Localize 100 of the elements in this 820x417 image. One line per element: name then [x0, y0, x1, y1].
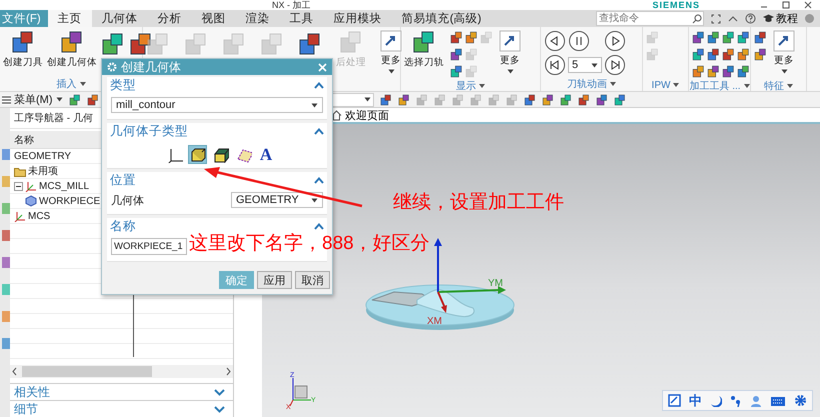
- speed-dropdown[interactable]: 5: [568, 57, 602, 73]
- skip-end-icon[interactable]: [604, 54, 626, 76]
- tree-item[interactable]: 未用项: [28, 164, 58, 178]
- more-button[interactable]: 更多: [499, 30, 521, 74]
- tree-item[interactable]: GEOMETRY: [14, 150, 72, 162]
- cancel-button[interactable]: 取消: [295, 271, 330, 289]
- play-reverse-icon[interactable]: [544, 30, 566, 52]
- punctuation-icon[interactable]: [730, 394, 742, 406]
- ribbon-tab[interactable]: 工具: [280, 10, 324, 27]
- help-icon[interactable]: [745, 13, 756, 24]
- command-icon[interactable]: [86, 94, 98, 106]
- dialog-launcher-icon[interactable]: [787, 84, 793, 88]
- play-icon[interactable]: [604, 30, 626, 52]
- type-dropdown[interactable]: mill_contour: [111, 97, 323, 113]
- command-icon[interactable]: [692, 65, 705, 78]
- ribbon-button[interactable]: 选择刀轨: [404, 30, 444, 69]
- input-mode-label[interactable]: 中: [689, 392, 702, 410]
- dialog-launcher-icon[interactable]: [479, 84, 485, 88]
- tree-item[interactable]: MCS_MILL: [39, 180, 90, 192]
- command-icon[interactable]: [737, 31, 750, 44]
- command-icon[interactable]: [737, 48, 750, 61]
- welcome-tab[interactable]: 欢迎页面: [331, 108, 389, 122]
- tree-item[interactable]: WORKPIECE: [39, 196, 100, 206]
- command-icon[interactable]: [398, 94, 410, 106]
- more-button[interactable]: 更多: [773, 30, 795, 74]
- ribbon-tab[interactable]: 应用模块: [324, 10, 392, 27]
- checkbox-icon[interactable]: [668, 394, 681, 407]
- dialog-launcher-icon[interactable]: [744, 84, 750, 88]
- command-icon[interactable]: [754, 48, 767, 61]
- command-icon[interactable]: [596, 94, 608, 106]
- settings-icon[interactable]: [794, 394, 807, 407]
- command-icon[interactable]: [298, 32, 322, 56]
- ribbon-tab[interactable]: 几何体: [92, 10, 148, 27]
- close-icon[interactable]: [804, 1, 812, 9]
- command-icon[interactable]: [450, 48, 463, 61]
- command-icon[interactable]: [754, 31, 767, 44]
- ribbon-tab[interactable]: 简易填充(高级): [392, 10, 492, 27]
- keyboard-icon[interactable]: [770, 394, 786, 406]
- dialog-launcher-icon[interactable]: [673, 83, 680, 87]
- resource-bar-icon[interactable]: [2, 229, 10, 242]
- toggle-icon[interactable]: [14, 182, 23, 190]
- skip-start-icon[interactable]: [544, 54, 566, 76]
- ribbon-tab[interactable]: 渲染: [236, 10, 280, 27]
- caret-up-icon[interactable]: [728, 14, 738, 24]
- workpiece-subtype-icon: [188, 146, 206, 163]
- command-icon[interactable]: [465, 31, 478, 44]
- dialog-launcher-icon[interactable]: [610, 82, 616, 86]
- x-axis-arrow: [437, 292, 447, 313]
- text-subtype-button[interactable]: A: [256, 145, 276, 164]
- command-icon[interactable]: [450, 31, 463, 44]
- chevron-up-icon[interactable]: [314, 128, 324, 134]
- more-button[interactable]: 更多: [380, 30, 402, 74]
- command-icon[interactable]: [692, 48, 705, 61]
- dialog-launcher-icon[interactable]: [80, 82, 86, 86]
- command-icon[interactable]: [101, 32, 125, 56]
- command-icon[interactable]: [692, 31, 705, 44]
- command-icon[interactable]: [707, 31, 720, 44]
- moon-icon[interactable]: [710, 394, 722, 406]
- command-icon[interactable]: [614, 94, 626, 106]
- command-icon[interactable]: [722, 31, 735, 44]
- command-icon[interactable]: [68, 94, 80, 106]
- search-field[interactable]: 查找命令: [596, 11, 704, 26]
- command-icon[interactable]: [380, 94, 392, 106]
- section-header[interactable]: 相关性: [10, 383, 233, 400]
- ribbon-tab[interactable]: 视图: [192, 10, 236, 27]
- tutorial-button[interactable]: 教程: [763, 11, 798, 26]
- ribbon-button[interactable]: 创建刀具: [3, 30, 43, 69]
- name-field[interactable]: WORKPIECE_1: [111, 238, 187, 255]
- command-icon[interactable]: [707, 65, 720, 78]
- ribbon-button[interactable]: 创建几何体: [47, 30, 97, 69]
- graduation-cap-icon: [763, 14, 774, 23]
- command-icon[interactable]: [722, 65, 735, 78]
- fullscreen-icon[interactable]: [711, 14, 721, 24]
- command-icon[interactable]: [578, 94, 590, 106]
- command-icon[interactable]: [722, 48, 735, 61]
- command-icon[interactable]: [737, 65, 750, 78]
- horizontal-scrollbar[interactable]: [10, 365, 233, 378]
- command-icon[interactable]: [450, 65, 463, 78]
- chevron-up-icon[interactable]: [314, 176, 324, 184]
- group-label: 显示: [456, 80, 476, 91]
- command-icon[interactable]: [560, 94, 572, 106]
- search-icon[interactable]: [692, 14, 702, 24]
- chevron-up-icon[interactable]: [314, 82, 324, 88]
- command-icon[interactable]: [542, 94, 554, 106]
- chevron-up-icon[interactable]: [314, 222, 324, 230]
- subtype-button[interactable]: [188, 145, 206, 164]
- command-icon[interactable]: [707, 48, 720, 61]
- command-icon[interactable]: [129, 32, 153, 56]
- geometry-dropdown[interactable]: GEOMETRY: [231, 192, 323, 208]
- group-label: 加工工具 ...: [689, 80, 741, 91]
- apply-button[interactable]: 应用: [257, 271, 292, 289]
- section-header[interactable]: 细节: [10, 400, 233, 417]
- tree-item[interactable]: MCS: [28, 210, 50, 222]
- ribbon-tab[interactable]: 分析: [148, 10, 192, 27]
- menu-button[interactable]: 菜单(M): [2, 92, 62, 107]
- command-icon[interactable]: [524, 94, 536, 106]
- maximize-icon[interactable]: [782, 1, 790, 9]
- pause-icon[interactable]: [568, 30, 590, 52]
- ribbon-tab[interactable]: 主页: [48, 10, 92, 27]
- resource-bar-icon[interactable]: [2, 256, 10, 269]
